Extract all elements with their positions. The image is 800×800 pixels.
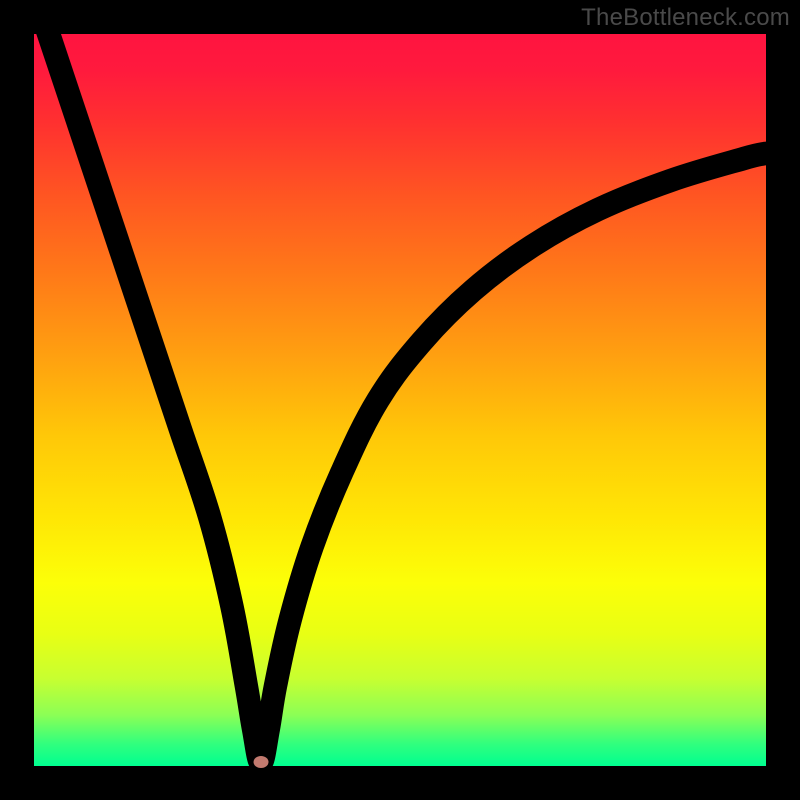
chart-plot-area — [34, 34, 766, 766]
minimum-marker — [253, 756, 268, 768]
bottleneck-curve — [34, 34, 766, 766]
curve-path — [34, 0, 766, 762]
watermark-text: TheBottleneck.com — [581, 4, 790, 32]
